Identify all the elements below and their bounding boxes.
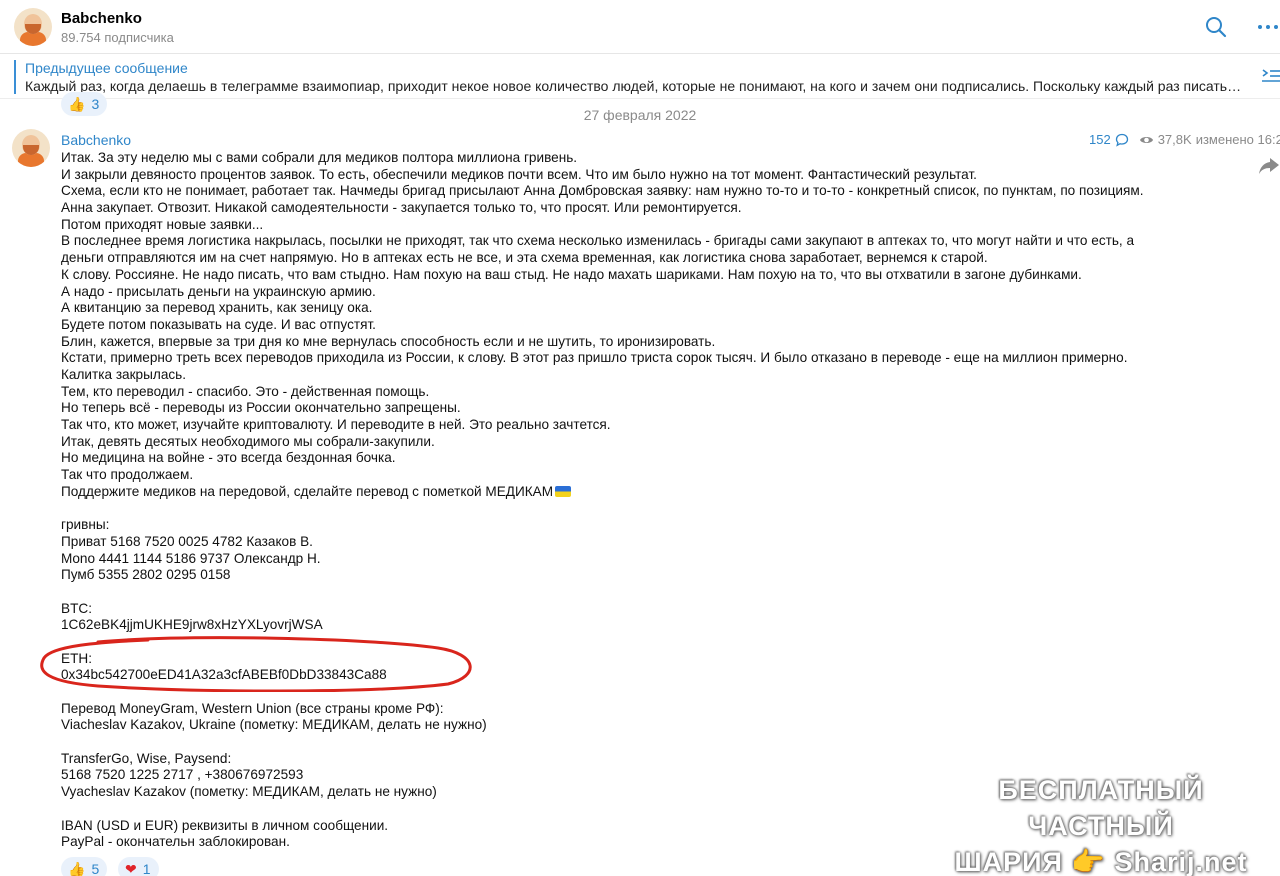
edited-time: изменено 16:22 [1195, 132, 1280, 147]
mono-card: Mono 4441 1144 5186 9737 Олександр Н. [61, 550, 321, 566]
subscriber-count: 89.754 подписчика [61, 30, 174, 45]
post-line: Итак, девять десятых необходимого мы соб… [61, 433, 435, 449]
post-line: Итак. За эту неделю мы с вами собрали дл… [61, 150, 578, 165]
watermark: БЕСПЛАТНЫЙ ЧАСТНЫЙ ШАРИЯ 👉 Sharij.net [946, 772, 1256, 876]
channel-title[interactable]: Babchenko [61, 10, 142, 27]
pumb-card: Пумб 5355 2802 0295 0158 [61, 567, 231, 583]
post-line: И закрыли девяносто процентов заявок. То… [61, 166, 977, 182]
post-line: Но медицина на войне - это всегда бездон… [61, 450, 396, 466]
post-line: Будете потом показывать на суде. И вас о… [61, 316, 376, 332]
search-icon[interactable] [1204, 15, 1228, 39]
post-line: Но теперь всё - переводы из России оконч… [61, 400, 461, 416]
post-line: Кстати, примерно треть всех переводов пр… [61, 350, 1128, 366]
post-line: В последнее время логистика накрылась, п… [61, 233, 1135, 249]
post-line: А квитанцию за перевод хранить, как зени… [61, 300, 373, 316]
appeal-line: Поддержите медиков на передовой, сделайт… [61, 484, 1211, 501]
reply-count[interactable]: 152 [1089, 132, 1111, 147]
reaction-count: 1 [142, 861, 151, 876]
privat-card: Приват 5168 7520 0025 4782 Казаков В. [61, 533, 313, 549]
uah-label: гривны: [61, 517, 110, 533]
reaction-thumbs-up[interactable]: 👍 5 [61, 857, 108, 876]
reaction-count: 5 [91, 861, 100, 876]
heart-icon: ❤ [125, 860, 137, 876]
post-meta: 152 37,8K изменено 16:22 [1089, 132, 1280, 147]
transfergo-label: TransferGo, Wise, Paysend: [61, 750, 232, 766]
channel-header: Babchenko 89.754 подписчика [0, 0, 1280, 54]
pinned-list-icon[interactable] [1262, 67, 1280, 85]
btc-label: BTC: [61, 600, 92, 616]
pinned-title: Предыдущее сообщение [25, 60, 188, 76]
btc-address: 1C62eBK4jjmUKHE9jrw8xHzYXLyovrjWSA [61, 617, 323, 633]
post-line: А надо - присылать деньги на украинскую … [61, 283, 376, 299]
post-line: Анна закупает. Отвозит. Никакой самодеят… [61, 200, 742, 216]
channel-avatar[interactable] [14, 8, 52, 46]
view-count: 37,8K [1157, 132, 1192, 147]
moneygram-recipient: Viacheslav Kazakov, Ukraine (пометку: МЕ… [61, 717, 487, 733]
previous-message-bar[interactable]: Предыдущее сообщение Каждый раз, когда д… [0, 55, 1280, 99]
post-author-avatar[interactable] [12, 129, 50, 167]
post-line: Калитка закрылась. [61, 366, 187, 382]
post-line: Схема, если кто не понимает, работает та… [61, 183, 1144, 199]
post-body: Итак. За эту неделю мы с вами собрали дл… [61, 150, 1211, 851]
pinned-text: Каждый раз, когда делаешь в телеграмме в… [25, 78, 1242, 94]
ukraine-flag-icon [555, 485, 572, 497]
date-separator: 27 февраля 2022 [583, 107, 697, 123]
post-line: Потом приходят новые заявки... [61, 216, 264, 232]
comment-icon[interactable] [1115, 133, 1129, 147]
share-icon[interactable] [1258, 156, 1280, 176]
appeal-text: Поддержите медиков на передовой, сделайт… [61, 483, 554, 499]
post-line: Тем, кто переводил - спасибо. Это - дейс… [61, 383, 430, 399]
more-icon[interactable] [1256, 15, 1280, 39]
pinned-accent-bar [14, 60, 16, 94]
post-line: К слову. Россияне. Не надо писать, что в… [61, 266, 1082, 282]
views-eye-icon [1139, 136, 1153, 143]
reaction-heart[interactable]: ❤ 1 [118, 857, 159, 876]
watermark-line-2: ШАРИЯ 👉 Sharij.net [954, 847, 1248, 876]
post-line: деньги отправляются им на счет напрямую.… [61, 250, 988, 266]
post-line: Блин, кажется, впервые за три дня ко мне… [61, 333, 716, 349]
moneygram-label: Перевод MoneyGram, Western Union (все ст… [61, 700, 444, 716]
post-line: Так что, кто может, изучайте криптовалют… [61, 417, 611, 432]
eth-highlight-annotation [40, 636, 472, 692]
post-line: Так что продолжаем. [61, 467, 194, 483]
thumbs-up-icon: 👍 [68, 860, 86, 876]
watermark-line-1: БЕСПЛАТНЫЙ ЧАСТНЫЙ [998, 775, 1204, 841]
post-author[interactable]: Babchenko [61, 132, 131, 148]
